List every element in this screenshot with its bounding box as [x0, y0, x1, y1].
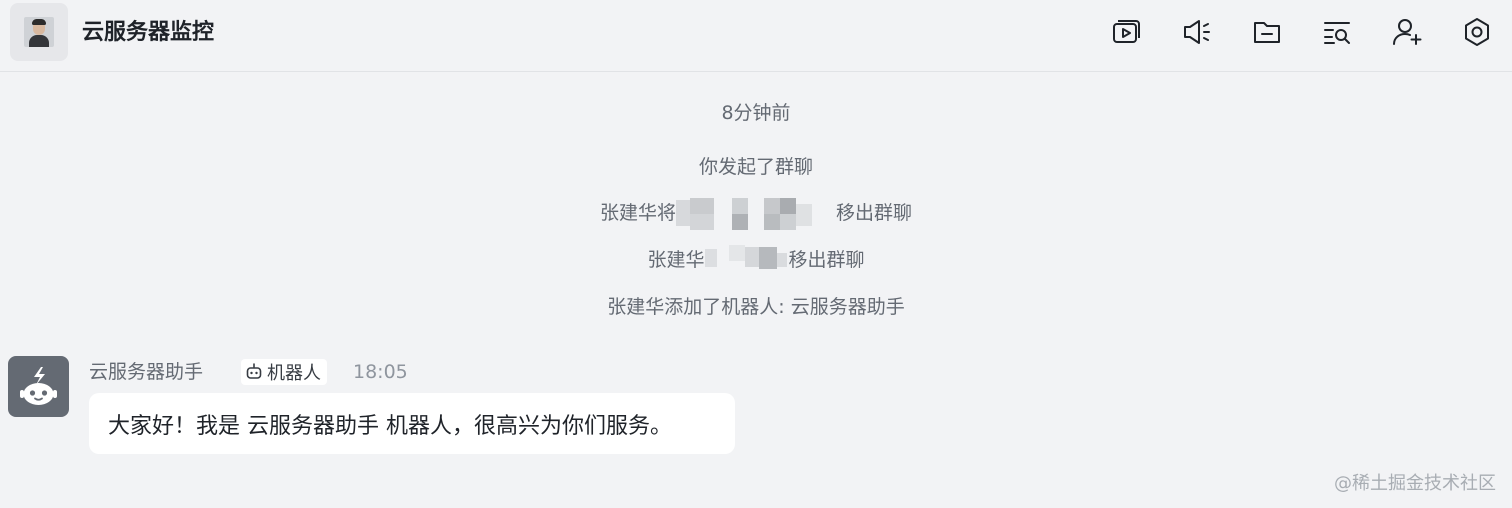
folder-icon[interactable] — [1250, 15, 1284, 49]
message-text: 大家好！我是 云服务器助手 机器人，很高兴为你们服务。 — [108, 413, 672, 439]
blurred-member-names — [676, 196, 826, 230]
message-bubble[interactable]: 大家好！我是 云服务器助手 机器人，很高兴为你们服务。 — [89, 393, 735, 454]
add-member-icon[interactable] — [1390, 15, 1424, 49]
chat-window: 云服务器监控 8分钟前 你发起了群聊 张建华将 移出群聊 张建华 移出群聊 张建… — [0, 0, 1512, 508]
blurred-member-names — [704, 243, 789, 277]
chat-title[interactable]: 云服务器监控 — [82, 18, 214, 48]
system-message-removed-1: 张建华将 移出群聊 — [0, 196, 1512, 230]
system-message-text: 张建华将 — [599, 202, 676, 224]
announcement-icon[interactable] — [1180, 15, 1214, 49]
timestamp-divider: 8分钟前 — [721, 102, 791, 124]
bot-badge-label: 机器人 — [267, 363, 321, 384]
user-photo-icon — [24, 17, 54, 47]
watermark: @稀土掘金技术社区 — [1334, 473, 1496, 494]
system-message-text: 移出群聊 — [788, 249, 865, 271]
robot-icon — [20, 367, 57, 405]
system-message-removed-2: 张建华 移出群聊 — [0, 243, 1512, 277]
system-message-text: 张建华 — [647, 249, 705, 271]
message-time: 18:05 — [353, 361, 408, 383]
robot-tag-icon — [246, 363, 262, 379]
system-message-added-bot: 张建华添加了机器人: 云服务器助手 — [607, 296, 905, 318]
search-history-icon[interactable] — [1320, 15, 1354, 49]
bot-badge: 机器人 — [241, 359, 327, 385]
bot-avatar[interactable] — [8, 356, 69, 417]
chat-header: 云服务器监控 — [0, 0, 1512, 72]
settings-icon[interactable] — [1460, 15, 1494, 49]
video-meeting-icon[interactable] — [1110, 15, 1144, 49]
sender-name[interactable]: 云服务器助手 — [89, 359, 203, 385]
system-message-started: 你发起了群聊 — [698, 156, 813, 178]
group-avatar[interactable] — [10, 3, 68, 61]
system-message-text: 移出群聊 — [836, 202, 913, 224]
